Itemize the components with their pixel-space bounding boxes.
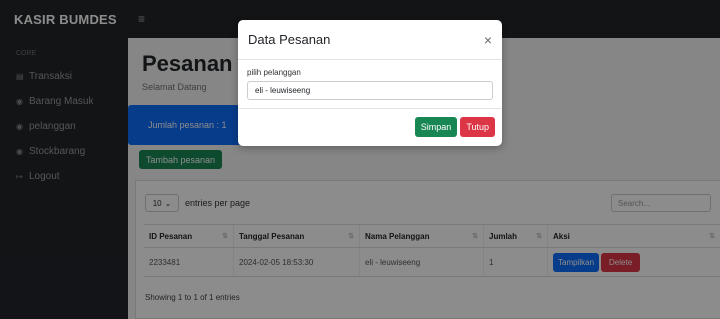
customer-field-label: pilih pelanggan <box>247 68 301 77</box>
order-modal: Data Pesanan × pilih pelanggan eli - leu… <box>238 20 502 146</box>
modal-header: Data Pesanan × <box>238 20 502 60</box>
close-icon[interactable]: × <box>484 32 492 48</box>
close-button[interactable]: Tutup <box>460 116 495 137</box>
modal-body: pilih pelanggan eli - leuwiseeng <box>238 60 502 109</box>
modal-title: Data Pesanan <box>248 32 331 47</box>
modal-footer: Simpan Tutup <box>238 109 502 144</box>
save-button[interactable]: Simpan <box>414 116 458 137</box>
customer-select[interactable]: eli - leuwiseeng <box>247 81 493 100</box>
